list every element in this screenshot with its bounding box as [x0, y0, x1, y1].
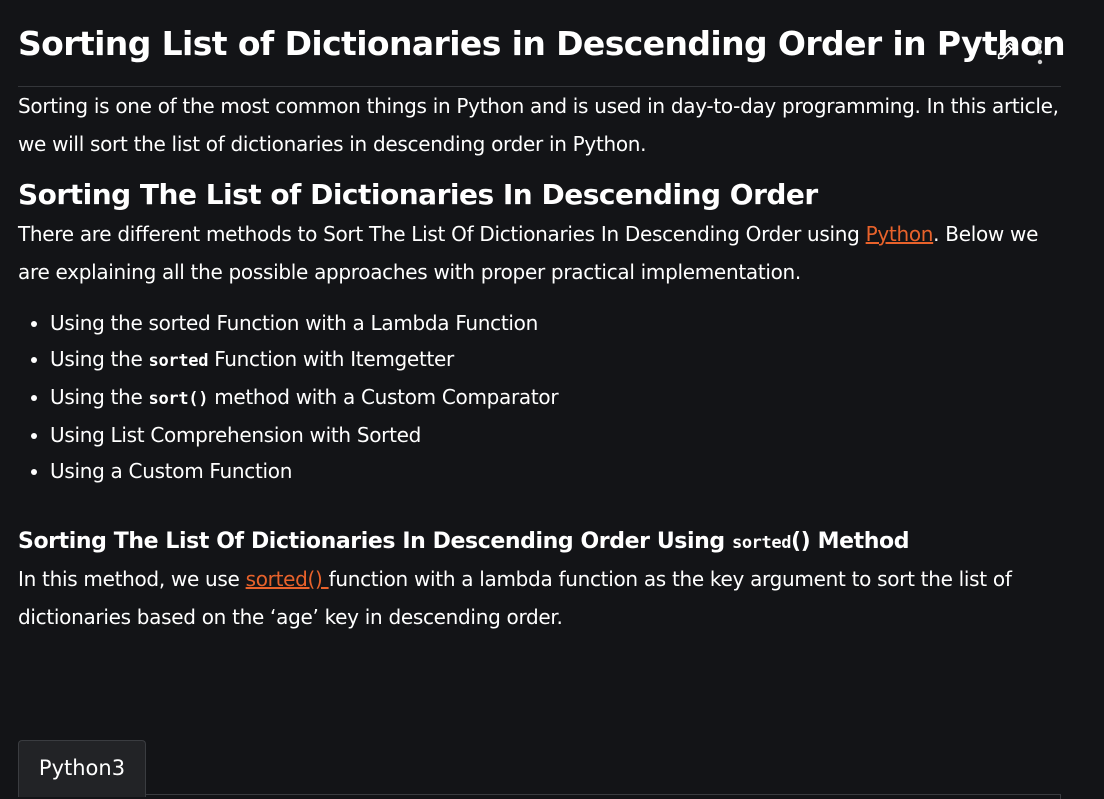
list-item: Using List Comprehension with Sorted: [50, 417, 1061, 453]
list-item-text: Using the: [50, 385, 149, 409]
list-item-text: Using List Comprehension with Sorted: [50, 423, 422, 447]
sorted-link[interactable]: sorted(): [246, 567, 329, 591]
code-tab-bar: Python3: [18, 740, 1061, 799]
subheading-text: Sorting The List Of Dictionaries In Desc…: [18, 529, 733, 554]
python-link[interactable]: Python: [866, 222, 934, 246]
list-item-text: Using a Custom Function: [50, 459, 293, 483]
methods-intro-paragraph: There are different methods to Sort The …: [18, 215, 1061, 291]
list-item: Using the sort() method with a Custom Co…: [50, 379, 1061, 417]
list-item-text: Using the: [50, 347, 149, 371]
page-title: Sorting List of Dictionaries in Descendi…: [18, 24, 1066, 63]
subheading-text-end: () Method: [791, 529, 910, 554]
title-bar: Sorting List of Dictionaries in Descendi…: [18, 0, 1066, 87]
tab-divider: [146, 794, 1061, 795]
list-item: Using a Custom Function: [50, 453, 1061, 489]
list-item-text: Using the sorted Function with a Lambda …: [50, 311, 538, 335]
method-desc-text: In this method, we use: [18, 567, 246, 591]
tab-python3[interactable]: Python3: [18, 740, 146, 797]
methods-intro-text: There are different methods to Sort The …: [18, 222, 866, 246]
list-item: Using the sorted Function with a Lambda …: [50, 305, 1061, 341]
more-vertical-icon[interactable]: [1035, 38, 1045, 66]
intro-paragraph: Sorting is one of the most common things…: [18, 94, 1059, 156]
list-item-text: Function with Itemgetter: [208, 347, 454, 371]
inline-code: sort(): [148, 389, 209, 409]
subsection-heading: Sorting The List Of Dictionaries In Desc…: [18, 525, 1061, 560]
list-item: Using the sorted Function with Itemgette…: [50, 341, 1061, 379]
article: Sorting List of Dictionaries in Descendi…: [18, 0, 1066, 636]
approaches-list: Using the sorted Function with a Lambda …: [18, 305, 1061, 489]
inline-code: sorted: [148, 351, 209, 371]
method-description: In this method, we use sorted() function…: [18, 560, 1061, 636]
section-heading: Sorting The List of Dictionaries In Desc…: [18, 178, 818, 211]
pencil-icon[interactable]: [995, 40, 1017, 62]
inline-code: sorted: [732, 533, 792, 553]
list-item-text: method with a Custom Comparator: [208, 385, 559, 409]
code-panel-edge: [1060, 794, 1061, 799]
